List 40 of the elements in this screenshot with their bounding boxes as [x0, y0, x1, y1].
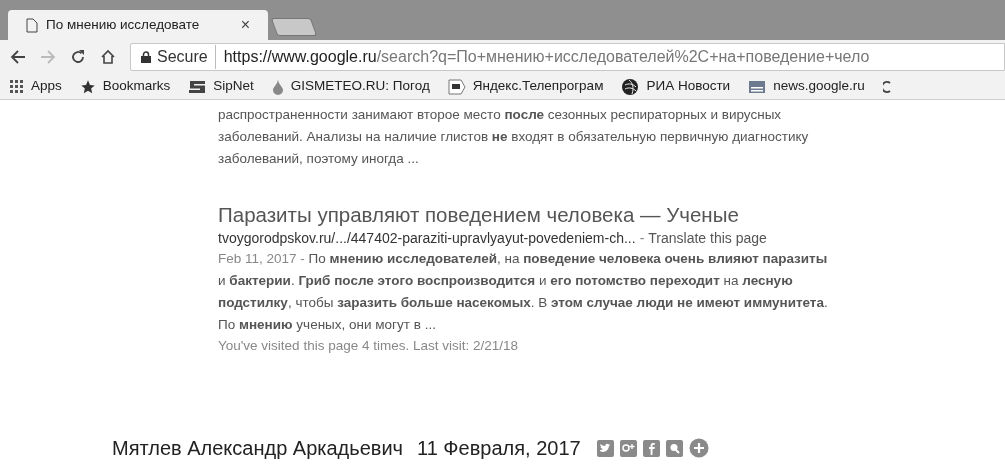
search-icon[interactable] [665, 439, 683, 457]
page-icon [26, 17, 38, 33]
lock-icon [141, 51, 151, 63]
tv-icon [447, 78, 466, 95]
browser-tab[interactable]: По мнению исследовате × [8, 10, 268, 40]
drop-icon [271, 78, 284, 95]
tab-close-button[interactable]: × [240, 13, 250, 37]
result-title-link[interactable]: Паразиты управляют поведением человека — Ученые [218, 202, 818, 228]
bookmark-item[interactable]: Яндекс.Телепрограм [447, 76, 604, 97]
result-snippet: распространенности занимают второе место после сезонных респираторных и вирусных заболеваний. Анализы на наличие глистов не входят в обязательную первичную диагностику заболеваний, поэтому иногда ... [218, 106, 810, 168]
newspaper-icon [748, 79, 767, 94]
home-icon[interactable] [100, 49, 116, 65]
bookmark-item[interactable]: РИА Новости [621, 76, 731, 97]
bookmark-item[interactable]: news.google.ru [748, 76, 865, 97]
result-url: tvoygorodpskov.ru/.../447402-paraziti-upravlyayut-povedeniem-ch... [218, 230, 636, 246]
tab-title: По мнению исследовате [46, 15, 201, 34]
url-text: https://www.google.ru/search?q=По+мнению+исследователей%2C+на+поведение+чело [222, 47, 870, 67]
post-date: 11 Февраля, 2017 [417, 436, 581, 461]
bird-icon[interactable] [596, 439, 614, 457]
facebook-icon[interactable] [642, 439, 660, 457]
bookmark-item[interactable]: GISMETEO.RU: Погод [271, 76, 430, 97]
address-bar[interactable]: Secure https://www.google.ru/search?q=По+мнению+исследователей%2C+на+поведение+чело [130, 43, 1005, 71]
translate-link[interactable]: Translate this page [648, 230, 767, 246]
bookmark-item[interactable]: SipNet [188, 76, 254, 97]
author-name: Мятлев Александр Аркадьевич [112, 436, 403, 461]
sipnet-logo-icon [188, 79, 207, 94]
bookmark-item[interactable]: Apps [10, 76, 62, 97]
bookmark-item[interactable]: Bookmarks [79, 76, 171, 97]
visited-note: You've visited this page 4 times. Last visit: 2/21/18 [218, 337, 519, 355]
separator-dash: - [639, 230, 645, 246]
result-snippet: Feb 11, 2017 - По мнению исследователей, на поведение человека очень влияют паразиты и бактерии. Гриб после этого воспроизводится и его потомство переходит на лесную подстилку, чтобы заразить больше насекомых. В этом случае люди не имеют иммунитета. По мнению ученых, они могут в ... [218, 250, 829, 334]
back-arrow-icon[interactable] [10, 49, 26, 65]
google-plus-icon[interactable] [619, 439, 637, 457]
secure-label: Secure [157, 45, 216, 69]
apps-grid-icon [10, 79, 24, 94]
reload-icon[interactable] [70, 49, 86, 65]
globe-icon [621, 77, 640, 96]
star-icon [79, 78, 96, 95]
plus-icon[interactable] [688, 438, 709, 458]
new-tab-button[interactable] [270, 18, 318, 36]
